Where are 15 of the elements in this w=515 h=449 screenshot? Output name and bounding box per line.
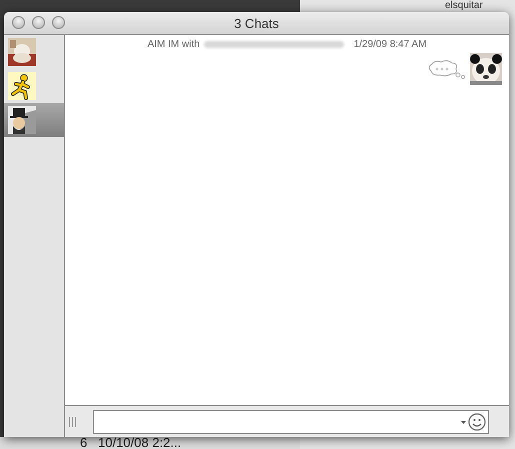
chat-tab[interactable] <box>4 103 64 137</box>
minimize-button[interactable] <box>32 16 45 29</box>
message-field[interactable] <box>93 410 489 434</box>
close-button[interactable] <box>12 16 25 29</box>
zoom-button[interactable] <box>52 16 65 29</box>
thought-bubble-icon <box>427 59 467 79</box>
table-cell: 10/10/08 2:2... <box>98 437 182 449</box>
service-label: AIM IM with <box>147 39 200 50</box>
window-title: 3 Chats <box>234 16 279 30</box>
table-cell-text: 6 <box>80 437 88 449</box>
running-figure-icon <box>8 72 36 100</box>
grip-icon[interactable] <box>69 416 77 426</box>
timestamp: 1/29/09 8:47 AM <box>354 39 427 50</box>
window-title: elsquitar <box>445 0 483 11</box>
smiley-menu-icon[interactable] <box>460 412 486 432</box>
